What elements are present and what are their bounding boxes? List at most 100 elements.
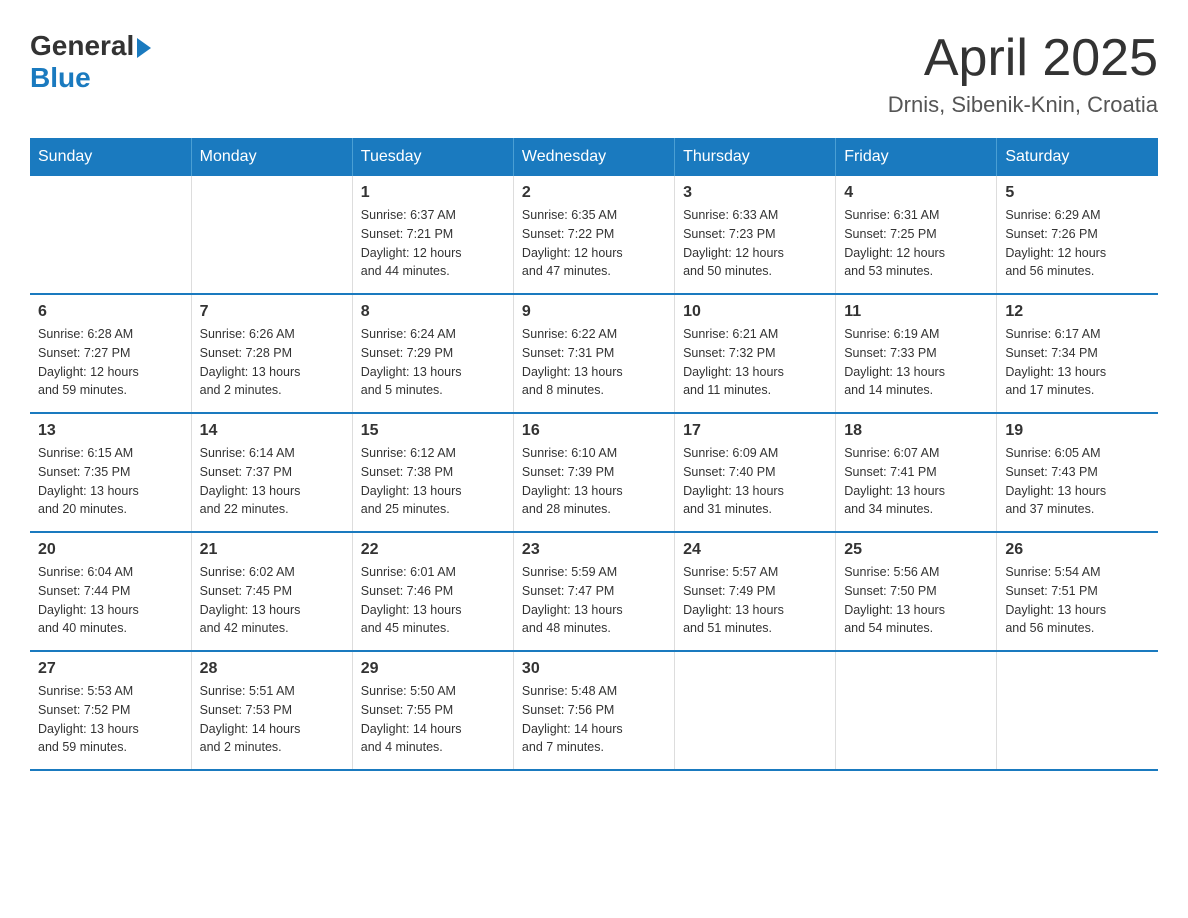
day-number: 6 xyxy=(38,303,183,321)
calendar-cell: 24 Sunrise: 5:57 AM Sunset: 7:49 PM Dayli… xyxy=(675,532,836,651)
day-info: Sunrise: 5:51 AM Sunset: 7:53 PM Dayligh… xyxy=(200,682,344,757)
calendar-cell: 11 Sunrise: 6:19 AM Sunset: 7:33 PM Dayli… xyxy=(836,294,997,413)
calendar-cell: 6Sunrise: 6:28 AM Sunset: 7:27 PM Daylig… xyxy=(30,294,191,413)
calendar-cell: 4Sunrise: 6:31 AM Sunset: 7:25 PM Daylig… xyxy=(836,176,997,294)
day-number: 12 xyxy=(1005,303,1150,321)
day-number: 15 xyxy=(361,422,505,440)
day-number: 3 xyxy=(683,184,827,202)
month-title: April 2025 xyxy=(888,30,1158,87)
day-number: 11 xyxy=(844,303,988,321)
day-number: 25 xyxy=(844,541,988,559)
calendar-cell: 17 Sunrise: 6:09 AM Sunset: 7:40 PM Dayli… xyxy=(675,413,836,532)
day-info: Sunrise: 6:33 AM Sunset: 7:23 PM Dayligh… xyxy=(683,206,827,281)
day-info: Sunrise: 6:26 AM Sunset: 7:28 PM Dayligh… xyxy=(200,325,344,400)
day-number: 21 xyxy=(200,541,344,559)
calendar-cell: 25 Sunrise: 5:56 AM Sunset: 7:50 PM Dayli… xyxy=(836,532,997,651)
logo: General Blue xyxy=(30,30,151,94)
day-number: 22 xyxy=(361,541,505,559)
calendar-cell: 13 Sunrise: 6:15 AM Sunset: 7:35 PM Dayli… xyxy=(30,413,191,532)
day-info: Sunrise: 6:10 AM Sunset: 7:39 PM Dayligh… xyxy=(522,444,666,519)
day-number: 10 xyxy=(683,303,827,321)
calendar-cell: 15 Sunrise: 6:12 AM Sunset: 7:38 PM Dayli… xyxy=(352,413,513,532)
header-row: SundayMondayTuesdayWednesdayThursdayFrid… xyxy=(30,138,1158,176)
day-number: 27 xyxy=(38,660,183,678)
header-day-tuesday: Tuesday xyxy=(352,138,513,176)
week-row-1: 1 Sunrise: 6:37 AM Sunset: 7:21 PM Daylig… xyxy=(30,176,1158,294)
day-info: Sunrise: 5:56 AM Sunset: 7:50 PM Dayligh… xyxy=(844,563,988,638)
calendar-cell: 18 Sunrise: 6:07 AM Sunset: 7:41 PM Dayli… xyxy=(836,413,997,532)
calendar-cell: 1 Sunrise: 6:37 AM Sunset: 7:21 PM Daylig… xyxy=(352,176,513,294)
logo-blue-text: Blue xyxy=(30,62,91,94)
day-info: Sunrise: 6:19 AM Sunset: 7:33 PM Dayligh… xyxy=(844,325,988,400)
calendar-cell xyxy=(997,651,1158,770)
calendar-cell: 21 Sunrise: 6:02 AM Sunset: 7:45 PM Dayli… xyxy=(191,532,352,651)
calendar-cell: 7 Sunrise: 6:26 AM Sunset: 7:28 PM Daylig… xyxy=(191,294,352,413)
header-day-saturday: Saturday xyxy=(997,138,1158,176)
header-day-sunday: Sunday xyxy=(30,138,191,176)
day-info: Sunrise: 6:17 AM Sunset: 7:34 PM Dayligh… xyxy=(1005,325,1150,400)
day-info: Sunrise: 6:24 AM Sunset: 7:29 PM Dayligh… xyxy=(361,325,505,400)
day-number: 7 xyxy=(200,303,344,321)
day-info: Sunrise: 6:02 AM Sunset: 7:45 PM Dayligh… xyxy=(200,563,344,638)
calendar-cell: 8 Sunrise: 6:24 AM Sunset: 7:29 PM Daylig… xyxy=(352,294,513,413)
day-info: Sunrise: 6:12 AM Sunset: 7:38 PM Dayligh… xyxy=(361,444,505,519)
day-info: Sunrise: 5:57 AM Sunset: 7:49 PM Dayligh… xyxy=(683,563,827,638)
day-number: 26 xyxy=(1005,541,1150,559)
day-info: Sunrise: 6:07 AM Sunset: 7:41 PM Dayligh… xyxy=(844,444,988,519)
calendar-cell: 28 Sunrise: 5:51 AM Sunset: 7:53 PM Dayli… xyxy=(191,651,352,770)
calendar-cell: 3 Sunrise: 6:33 AM Sunset: 7:23 PM Daylig… xyxy=(675,176,836,294)
day-number: 2 xyxy=(522,184,666,202)
calendar-cell: 12 Sunrise: 6:17 AM Sunset: 7:34 PM Dayli… xyxy=(997,294,1158,413)
header-day-wednesday: Wednesday xyxy=(513,138,674,176)
calendar-table: SundayMondayTuesdayWednesdayThursdayFrid… xyxy=(30,138,1158,771)
logo-arrow-icon xyxy=(137,38,151,58)
day-number: 14 xyxy=(200,422,344,440)
calendar-cell xyxy=(30,176,191,294)
day-info: Sunrise: 6:37 AM Sunset: 7:21 PM Dayligh… xyxy=(361,206,505,281)
day-number: 18 xyxy=(844,422,988,440)
day-info: Sunrise: 6:04 AM Sunset: 7:44 PM Dayligh… xyxy=(38,563,183,638)
week-row-5: 27Sunrise: 5:53 AM Sunset: 7:52 PM Dayli… xyxy=(30,651,1158,770)
day-number: 17 xyxy=(683,422,827,440)
day-number: 23 xyxy=(522,541,666,559)
week-row-2: 6Sunrise: 6:28 AM Sunset: 7:27 PM Daylig… xyxy=(30,294,1158,413)
day-info: Sunrise: 6:21 AM Sunset: 7:32 PM Dayligh… xyxy=(683,325,827,400)
calendar-cell: 19 Sunrise: 6:05 AM Sunset: 7:43 PM Dayli… xyxy=(997,413,1158,532)
day-info: Sunrise: 6:15 AM Sunset: 7:35 PM Dayligh… xyxy=(38,444,183,519)
day-info: Sunrise: 5:50 AM Sunset: 7:55 PM Dayligh… xyxy=(361,682,505,757)
day-number: 24 xyxy=(683,541,827,559)
calendar-header: SundayMondayTuesdayWednesdayThursdayFrid… xyxy=(30,138,1158,176)
calendar-cell: 22 Sunrise: 6:01 AM Sunset: 7:46 PM Dayli… xyxy=(352,532,513,651)
day-info: Sunrise: 6:14 AM Sunset: 7:37 PM Dayligh… xyxy=(200,444,344,519)
calendar-cell xyxy=(675,651,836,770)
week-row-4: 20 Sunrise: 6:04 AM Sunset: 7:44 PM Dayli… xyxy=(30,532,1158,651)
calendar-cell xyxy=(836,651,997,770)
calendar-cell: 14 Sunrise: 6:14 AM Sunset: 7:37 PM Dayli… xyxy=(191,413,352,532)
day-info: Sunrise: 6:01 AM Sunset: 7:46 PM Dayligh… xyxy=(361,563,505,638)
day-number: 28 xyxy=(200,660,344,678)
day-info: Sunrise: 6:35 AM Sunset: 7:22 PM Dayligh… xyxy=(522,206,666,281)
calendar-cell: 29 Sunrise: 5:50 AM Sunset: 7:55 PM Dayli… xyxy=(352,651,513,770)
day-info: Sunrise: 6:09 AM Sunset: 7:40 PM Dayligh… xyxy=(683,444,827,519)
day-info: Sunrise: 5:48 AM Sunset: 7:56 PM Dayligh… xyxy=(522,682,666,757)
calendar-cell xyxy=(191,176,352,294)
day-number: 16 xyxy=(522,422,666,440)
day-number: 20 xyxy=(38,541,183,559)
calendar-cell: 30Sunrise: 5:48 AM Sunset: 7:56 PM Dayli… xyxy=(513,651,674,770)
calendar-cell: 23Sunrise: 5:59 AM Sunset: 7:47 PM Dayli… xyxy=(513,532,674,651)
calendar-cell: 2 Sunrise: 6:35 AM Sunset: 7:22 PM Daylig… xyxy=(513,176,674,294)
location-text: Drnis, Sibenik-Knin, Croatia xyxy=(888,92,1158,118)
day-info: Sunrise: 6:31 AM Sunset: 7:25 PM Dayligh… xyxy=(844,206,988,281)
day-number: 19 xyxy=(1005,422,1150,440)
day-number: 8 xyxy=(361,303,505,321)
calendar-cell: 27Sunrise: 5:53 AM Sunset: 7:52 PM Dayli… xyxy=(30,651,191,770)
day-number: 29 xyxy=(361,660,505,678)
day-info: Sunrise: 6:05 AM Sunset: 7:43 PM Dayligh… xyxy=(1005,444,1150,519)
header-day-thursday: Thursday xyxy=(675,138,836,176)
day-number: 1 xyxy=(361,184,505,202)
day-number: 13 xyxy=(38,422,183,440)
calendar-cell: 20 Sunrise: 6:04 AM Sunset: 7:44 PM Dayli… xyxy=(30,532,191,651)
day-info: Sunrise: 5:54 AM Sunset: 7:51 PM Dayligh… xyxy=(1005,563,1150,638)
calendar-cell: 10 Sunrise: 6:21 AM Sunset: 7:32 PM Dayli… xyxy=(675,294,836,413)
calendar-cell: 9Sunrise: 6:22 AM Sunset: 7:31 PM Daylig… xyxy=(513,294,674,413)
